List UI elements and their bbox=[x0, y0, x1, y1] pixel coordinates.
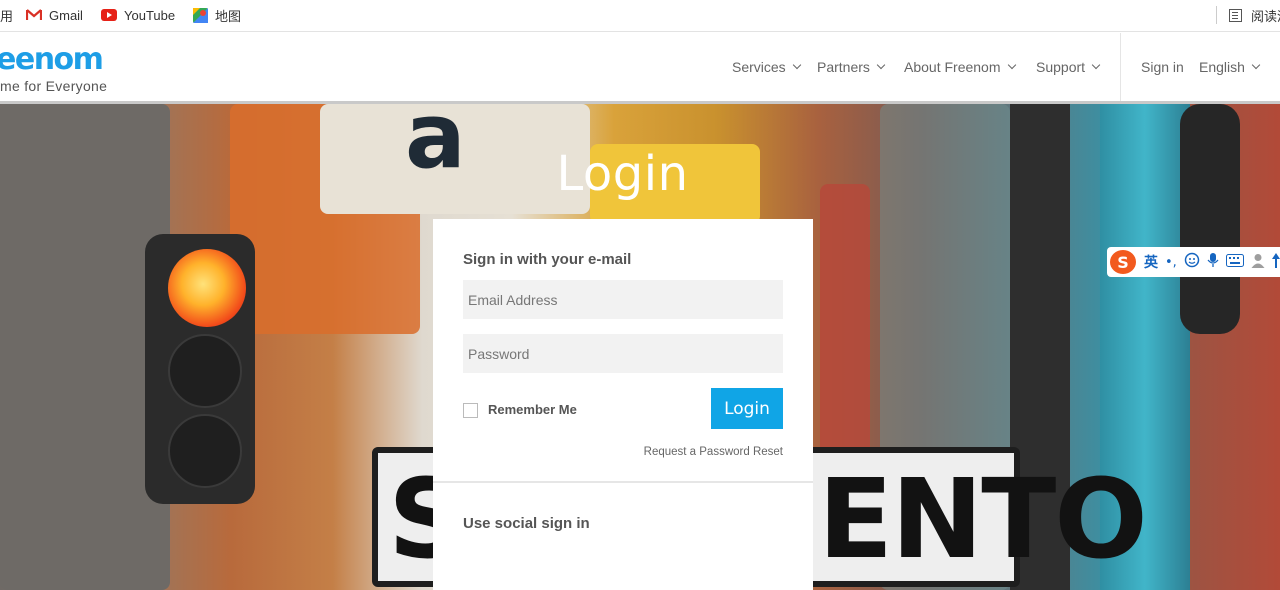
ime-logo[interactable]: S bbox=[1110, 250, 1136, 274]
bookmarks-divider bbox=[1216, 6, 1217, 24]
email-input[interactable] bbox=[463, 280, 783, 319]
chevron-down-icon bbox=[792, 60, 801, 70]
card-divider bbox=[433, 481, 813, 483]
chevron-down-icon bbox=[1251, 60, 1261, 70]
password-reset-link[interactable]: Request a Password Reset bbox=[644, 446, 783, 458]
microphone-icon[interactable] bbox=[1207, 252, 1219, 272]
reading-list-label: 阅读清 bbox=[1251, 8, 1280, 24]
chevron-down-icon bbox=[1007, 60, 1016, 70]
site-header: eenom me for Everyone Services Partners … bbox=[0, 33, 1280, 101]
ime-punctuation-toggle[interactable]: •, bbox=[1165, 255, 1177, 270]
sign-in-link[interactable]: Sign in bbox=[1141, 59, 1184, 75]
page-title: Login bbox=[556, 146, 689, 202]
traffic-light-lamp bbox=[168, 414, 242, 488]
social-signin-heading: Use social sign in bbox=[463, 515, 590, 532]
email-signin-heading: Sign in with your e-mail bbox=[463, 251, 632, 268]
nav-support-label: Support bbox=[1036, 59, 1086, 75]
nav-support[interactable]: Support bbox=[1036, 59, 1101, 75]
nav-services-label: Services bbox=[732, 59, 786, 75]
password-input[interactable] bbox=[463, 334, 783, 373]
hero-background: a S ENTO Login Sign in with your e-mail … bbox=[0, 104, 1280, 590]
language-label: English bbox=[1199, 59, 1245, 75]
maps-icon bbox=[193, 7, 208, 23]
reading-list-icon bbox=[1229, 8, 1242, 22]
login-card: Sign in with your e-mail Remember Me Log… bbox=[433, 219, 813, 590]
bookmark-maps[interactable]: 地图 bbox=[193, 0, 241, 30]
skin-icon[interactable] bbox=[1271, 252, 1280, 272]
sign-in-label: Sign in bbox=[1141, 59, 1184, 75]
chevron-down-icon bbox=[876, 60, 886, 70]
bookmark-gmail[interactable]: Gmail bbox=[25, 0, 83, 30]
language-selector[interactable]: English bbox=[1199, 59, 1261, 75]
logo-tagline: me for Everyone bbox=[0, 78, 108, 94]
nav-divider bbox=[1120, 33, 1121, 101]
remember-me-label: Remember Me bbox=[488, 402, 577, 417]
street-sign-text-right: ENTO bbox=[818, 455, 1148, 583]
remember-me-checkbox[interactable] bbox=[463, 403, 478, 418]
traffic-light-red bbox=[168, 249, 246, 327]
bookmark-gmail-label: Gmail bbox=[49, 7, 83, 23]
freenom-logo[interactable]: eenom bbox=[0, 45, 104, 75]
traffic-light-lamp bbox=[168, 334, 242, 408]
nav-about-label: About Freenom bbox=[904, 59, 1001, 75]
bookmark-apps[interactable]: 用 bbox=[0, 0, 13, 30]
user-icon[interactable] bbox=[1251, 253, 1265, 272]
youtube-icon bbox=[101, 9, 117, 21]
nav-partners-label: Partners bbox=[817, 59, 870, 75]
keyboard-icon[interactable] bbox=[1225, 253, 1244, 271]
bookmark-youtube[interactable]: YouTube bbox=[101, 0, 175, 30]
nav-partners[interactable]: Partners bbox=[817, 59, 886, 75]
reading-list-button[interactable]: 阅读清 bbox=[1229, 0, 1280, 30]
bookmark-youtube-label: YouTube bbox=[124, 7, 176, 23]
ime-mode-toggle[interactable]: 英 bbox=[1144, 252, 1158, 272]
bookmark-apps-label: 用 bbox=[0, 8, 14, 24]
nav-services[interactable]: Services bbox=[732, 59, 801, 75]
hero-traffic-light-right bbox=[1180, 104, 1240, 334]
hero-red-block bbox=[820, 184, 870, 464]
chevron-down-icon bbox=[1091, 60, 1101, 70]
nav-about[interactable]: About Freenom bbox=[904, 59, 1016, 75]
remember-me[interactable]: Remember Me bbox=[463, 401, 577, 418]
bookmarks-bar: 用 Gmail YouTube 地图 阅读清 bbox=[0, 0, 1280, 32]
login-button[interactable]: Login bbox=[711, 388, 783, 429]
gmail-icon bbox=[25, 9, 43, 21]
emoji-icon[interactable] bbox=[1184, 252, 1200, 272]
bookmark-maps-label: 地图 bbox=[215, 8, 242, 24]
ime-toolbar: S 英 •, bbox=[1107, 247, 1280, 277]
